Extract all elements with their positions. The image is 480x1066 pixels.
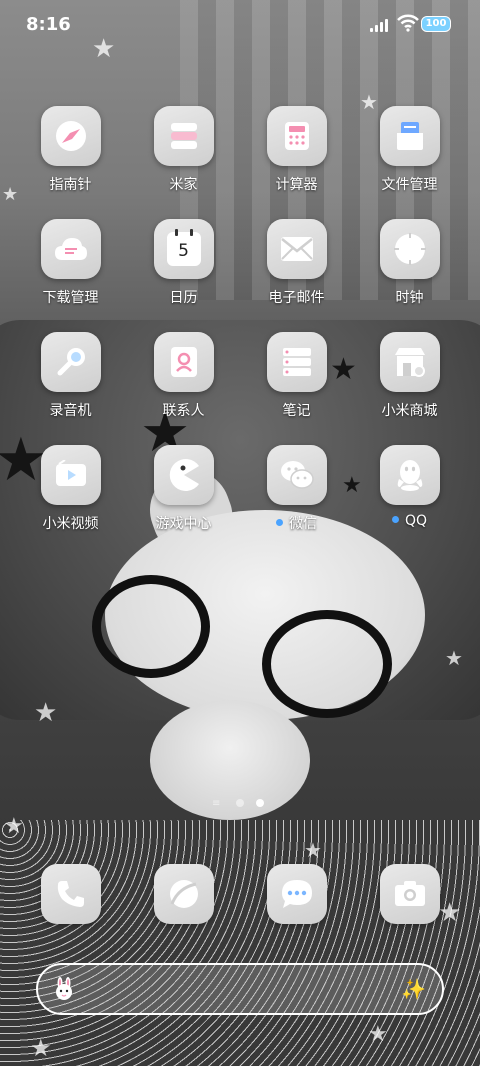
calculator-icon (266, 106, 327, 166)
star-icon: ★ (445, 646, 463, 670)
app-qq[interactable]: QQ (353, 439, 466, 529)
page-dot[interactable] (236, 799, 244, 807)
wechat-icon (266, 445, 327, 505)
app-contacts[interactable]: 联系人 (127, 326, 240, 420)
status-bar: 8:16 100 (0, 0, 480, 50)
signal-icon (370, 18, 392, 32)
search-bar[interactable]: ✨ (36, 963, 444, 1015)
dock-phone[interactable] (14, 858, 127, 924)
bunny-icon (56, 977, 72, 1000)
update-dot (276, 518, 283, 526)
clock-icon (379, 219, 440, 279)
wallpaper-sheet (0, 820, 480, 1066)
dock-browser[interactable] (127, 858, 240, 924)
qq-icon (379, 445, 440, 505)
app-label: 文件管理 (381, 177, 438, 193)
phone-icon (40, 864, 101, 924)
app-label: 笔记 (282, 403, 311, 419)
app-calculator[interactable]: 计算器 (240, 100, 353, 194)
star-icon: ★ (4, 814, 24, 839)
page-list-icon: ≡ (212, 798, 221, 809)
game-center-icon (153, 445, 214, 505)
app-label: 小米商城 (381, 403, 438, 419)
star-icon: ★ (30, 1034, 52, 1062)
calendar-day: 5 (178, 241, 189, 261)
app-label: 日历 (169, 290, 198, 306)
file-manager-icon (379, 106, 440, 166)
app-clock[interactable]: 时钟 (353, 213, 466, 307)
app-notes[interactable]: 笔记 (240, 326, 353, 420)
app-game-center[interactable]: 游戏中心 (127, 439, 240, 533)
app-wechat[interactable]: 微信 (240, 439, 353, 533)
wallpaper-glasses-right (262, 610, 392, 718)
wifi-icon (397, 14, 419, 32)
status-time: 8:16 (26, 14, 71, 35)
page-dot-active[interactable] (256, 799, 264, 807)
app-download-manager[interactable]: 下载管理 (14, 213, 127, 307)
app-label: 指南针 (49, 177, 92, 193)
app-label-qq: QQ (353, 513, 466, 529)
camera-icon (379, 864, 440, 924)
star-icon: ★ (368, 1022, 388, 1047)
app-label: 微信 (289, 516, 317, 532)
video-icon (40, 445, 101, 505)
wallpaper-glasses-left (92, 575, 210, 678)
update-dot (391, 515, 399, 523)
microphone-icon (40, 332, 101, 392)
sparkle-icon[interactable]: ✨ (401, 977, 426, 1001)
star-icon: ★ (304, 838, 322, 862)
app-recorder[interactable]: 录音机 (14, 326, 127, 420)
calendar-icon: 5 (153, 219, 214, 279)
notes-icon (266, 332, 327, 392)
star-icon: ★ (34, 698, 58, 728)
app-label: 计算器 (275, 177, 318, 193)
compass-icon (40, 106, 101, 166)
dock-camera[interactable] (353, 858, 466, 924)
app-mi-video[interactable]: 小米视频 (14, 439, 127, 533)
messages-icon (266, 864, 327, 924)
app-label: QQ (404, 513, 428, 529)
dock-messages[interactable] (240, 858, 353, 924)
mail-icon (266, 219, 327, 279)
contacts-icon (153, 332, 214, 392)
app-label: 小米视频 (42, 516, 99, 532)
browser-icon (153, 864, 214, 924)
app-label: 录音机 (49, 403, 92, 419)
app-label: 联系人 (162, 403, 205, 419)
app-label: 电子邮件 (268, 290, 325, 306)
page-indicator[interactable]: ≡ (212, 797, 272, 809)
app-label: 时钟 (395, 290, 424, 306)
mijia-icon (153, 106, 214, 166)
app-file-manager[interactable]: 文件管理 (353, 100, 466, 194)
battery-icon: 100 (421, 16, 451, 32)
app-calendar[interactable]: 5 日历 (127, 213, 240, 307)
app-email[interactable]: 电子邮件 (240, 213, 353, 307)
app-label: 游戏中心 (155, 516, 212, 532)
app-compass[interactable]: 指南针 (14, 100, 127, 194)
app-mi-store[interactable]: 小米商城 (353, 326, 466, 420)
app-label-wechat: 微信 (240, 513, 353, 533)
app-label: 下载管理 (42, 290, 99, 306)
store-icon (379, 332, 440, 392)
app-label: 米家 (169, 177, 198, 193)
app-mijia[interactable]: 米家 (127, 100, 240, 194)
download-cloud-icon (40, 219, 101, 279)
